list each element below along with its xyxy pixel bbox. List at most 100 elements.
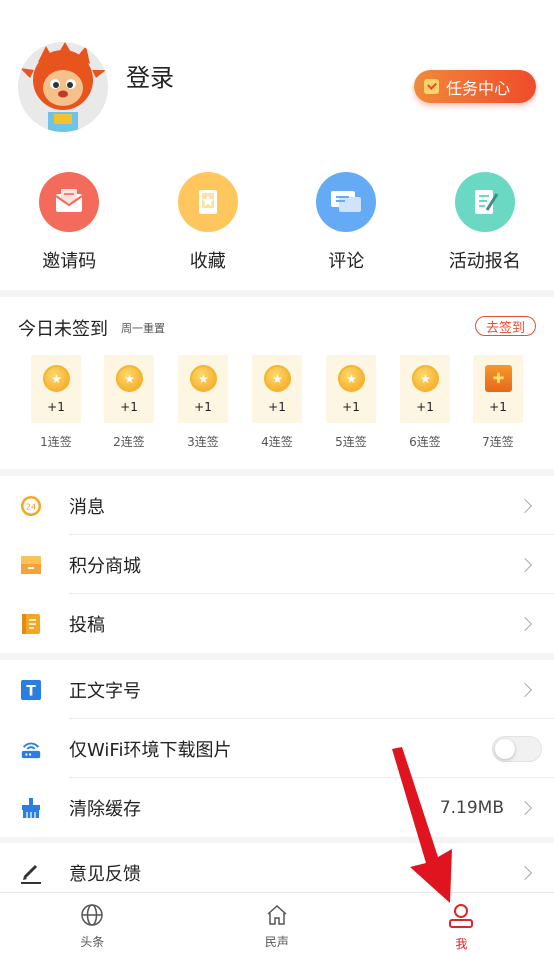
- quick-event-signup[interactable]: 活动报名: [416, 172, 554, 273]
- checkin-day-label: 4连签: [261, 435, 293, 449]
- menu-label: 意见反馈: [69, 863, 141, 885]
- mail-icon: [39, 172, 100, 232]
- checkin-day-label: 6连签: [409, 435, 441, 449]
- menu-label: 正文字号: [69, 680, 141, 702]
- nav-label: 头条: [80, 935, 105, 949]
- coin-icon: ★: [338, 365, 365, 392]
- home-icon: [267, 904, 287, 925]
- menu-label: 消息: [69, 496, 105, 518]
- cache-size-value: 7.19MB: [439, 797, 504, 818]
- quick-actions: 邀请码 收藏 评论 活动报名: [0, 172, 554, 273]
- coin-icon: ★: [190, 365, 217, 392]
- quick-comments-label: 评论: [328, 251, 365, 272]
- checkin-day-card: ★ +1: [252, 355, 302, 423]
- checkin-reward: +1: [268, 400, 286, 414]
- coin-icon: ★: [412, 365, 439, 392]
- checkin-day: ★ +1 4连签: [252, 355, 302, 450]
- menu-row-wifi-only: 仅WiFi环境下载图片: [0, 719, 554, 778]
- bottom-nav: 头条 民声 我: [0, 892, 554, 954]
- checkin-day: ★ +1 1连签: [31, 355, 81, 450]
- checkin-day-label: 2连签: [113, 435, 145, 449]
- chevron-right-icon: [517, 557, 533, 572]
- task-check-icon: [424, 79, 439, 94]
- checkin-day: ★ +1 5连签: [326, 355, 376, 450]
- font-size-icon: T: [20, 679, 42, 701]
- checkin-reward: +1: [47, 400, 65, 414]
- chevron-right-icon: [517, 498, 533, 513]
- menu-group-content: 24 消息 积分商城 投稿: [0, 476, 554, 653]
- nav-public-voice[interactable]: 民声: [185, 893, 370, 954]
- gift-icon: ✚: [485, 365, 512, 392]
- document-icon: [20, 613, 42, 635]
- menu-label: 清除缓存: [69, 798, 141, 820]
- chevron-right-icon: [517, 865, 533, 880]
- profile-header: 登录 任务中心 邀请码 收藏 评论 活动报名: [0, 0, 554, 290]
- svg-text:T: T: [26, 683, 36, 699]
- checkin-day-label: 1连签: [40, 435, 72, 449]
- menu-row-submit[interactable]: 投稿: [0, 594, 554, 653]
- nav-label: 民声: [264, 935, 289, 949]
- quick-event-label: 活动报名: [448, 251, 521, 272]
- quick-invite-code[interactable]: 邀请码: [0, 172, 139, 273]
- avatar[interactable]: [18, 42, 108, 132]
- menu-group-settings: T 正文字号 仅WiFi环境下载图片 清除缓存 7.19MB: [0, 660, 554, 837]
- chevron-right-icon: [517, 682, 533, 697]
- lion-mascot-icon: [18, 42, 108, 132]
- comment-icon: [316, 172, 377, 232]
- checkin-day-card: ★ +1: [178, 355, 228, 423]
- checkin-section: 今日未签到 周一重置 去签到 ★ +1 1连签 ★ +1 2连签 ★ +1 3连…: [0, 297, 554, 469]
- checkin-day: ★ +1 6连签: [400, 355, 450, 450]
- form-icon: [454, 172, 515, 232]
- globe-icon: [81, 904, 104, 926]
- wifi-router-icon: [20, 738, 42, 760]
- checkin-reward: +1: [416, 400, 434, 414]
- pencil-icon: [20, 862, 42, 884]
- menu-label: 积分商城: [69, 555, 141, 577]
- nav-me[interactable]: 我: [369, 893, 554, 954]
- checkin-day-label: 7连签: [482, 435, 514, 449]
- chevron-right-icon: [517, 616, 533, 631]
- task-center-button[interactable]: 任务中心: [414, 70, 536, 103]
- store-icon: [20, 554, 42, 576]
- menu-row-messages[interactable]: 24 消息: [0, 476, 554, 535]
- quick-favorites-label: 收藏: [189, 251, 226, 272]
- quick-comments[interactable]: 评论: [277, 172, 416, 273]
- quick-favorites[interactable]: 收藏: [139, 172, 278, 273]
- checkin-day: ★ +1 2连签: [104, 355, 154, 450]
- login-link[interactable]: 登录: [126, 58, 174, 93]
- coin-icon: ★: [116, 365, 143, 392]
- menu-row-points-mall[interactable]: 积分商城: [0, 535, 554, 594]
- checkin-reward: +1: [194, 400, 212, 414]
- broom-icon: [20, 797, 42, 819]
- profile-page: 登录 任务中心 邀请码 收藏 评论 活动报名 今日未签到 周一重置 去签到 ★ …: [0, 0, 554, 954]
- wifi-only-toggle[interactable]: [492, 735, 542, 762]
- checkin-subtitle: 周一重置: [121, 322, 165, 335]
- coin-icon: ★: [264, 365, 291, 392]
- user-icon: [449, 904, 474, 928]
- quick-invite-label: 邀请码: [42, 251, 97, 272]
- menu-row-font-size[interactable]: T 正文字号: [0, 660, 554, 719]
- checkin-day: ★ +1 3连签: [178, 355, 228, 450]
- svg-text:24: 24: [26, 502, 36, 511]
- checkin-day-card: ✚ +1: [473, 355, 523, 423]
- bookmark-icon: [177, 172, 238, 232]
- task-center-label: 任务中心: [446, 78, 511, 98]
- menu-label: 仅WiFi环境下载图片: [69, 739, 232, 761]
- nav-headlines[interactable]: 头条: [0, 893, 185, 954]
- checkin-title: 今日未签到: [18, 319, 108, 340]
- message-clock-icon: 24: [20, 495, 42, 517]
- menu-label: 投稿: [69, 614, 105, 636]
- checkin-day-card: ★ +1: [326, 355, 376, 423]
- chevron-right-icon: [517, 800, 533, 815]
- coin-icon: ★: [43, 365, 70, 392]
- checkin-day-label: 3连签: [187, 435, 219, 449]
- checkin-day-card: ★ +1: [400, 355, 450, 423]
- checkin-day-label: 5连签: [335, 435, 367, 449]
- checkin-reward: +1: [120, 400, 138, 414]
- checkin-day-card: ★ +1: [31, 355, 81, 423]
- menu-row-clear-cache[interactable]: 清除缓存 7.19MB: [0, 778, 554, 837]
- checkin-reward: +1: [489, 400, 507, 414]
- checkin-button[interactable]: 去签到: [475, 316, 536, 336]
- nav-label: 我: [455, 937, 468, 951]
- checkin-reward: +1: [342, 400, 360, 414]
